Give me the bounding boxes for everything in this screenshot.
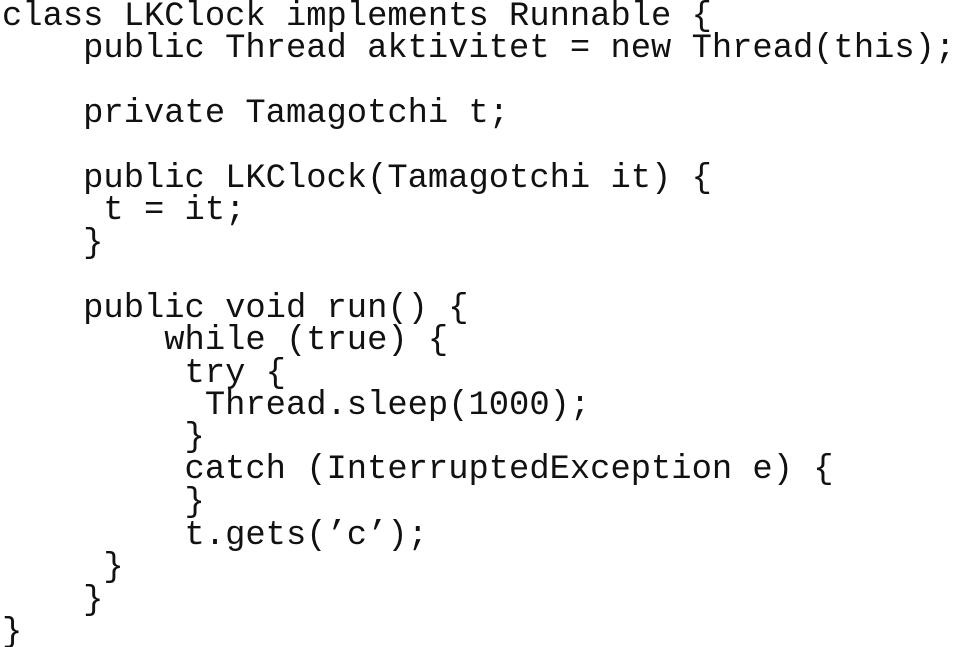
code-line-gets-call: t.gets(’c’); xyxy=(184,517,428,555)
code-line-run-method: public void run() { xyxy=(83,290,469,328)
code-line-constructor: public LKClock(Tamagotchi it) { xyxy=(83,160,712,198)
code-line-sleep: Thread.sleep(1000); xyxy=(204,387,591,425)
code-line-assignment: t = it; xyxy=(103,192,246,230)
code-line-close-brace: } xyxy=(83,225,104,263)
code-listing: class LKClock implements Runnable { publ… xyxy=(0,0,960,647)
code-line-class-declaration: class LKClock implements Runnable { xyxy=(2,0,712,36)
code-line-close-brace: } xyxy=(184,484,205,522)
code-line-close-brace: } xyxy=(2,614,23,647)
code-line-tamagotchi-field: private Tamagotchi t; xyxy=(83,95,510,133)
code-line-close-brace: } xyxy=(184,419,205,457)
code-line-close-brace: } xyxy=(103,549,124,587)
code-line-try: try { xyxy=(184,355,286,393)
code-line-catch: catch (InterruptedException e) { xyxy=(184,451,834,489)
code-line-close-brace: } xyxy=(83,582,104,620)
code-line-thread-field: public Thread aktivitet = new Thread(thi… xyxy=(83,30,956,68)
code-line-while-loop: while (true) { xyxy=(164,322,449,360)
